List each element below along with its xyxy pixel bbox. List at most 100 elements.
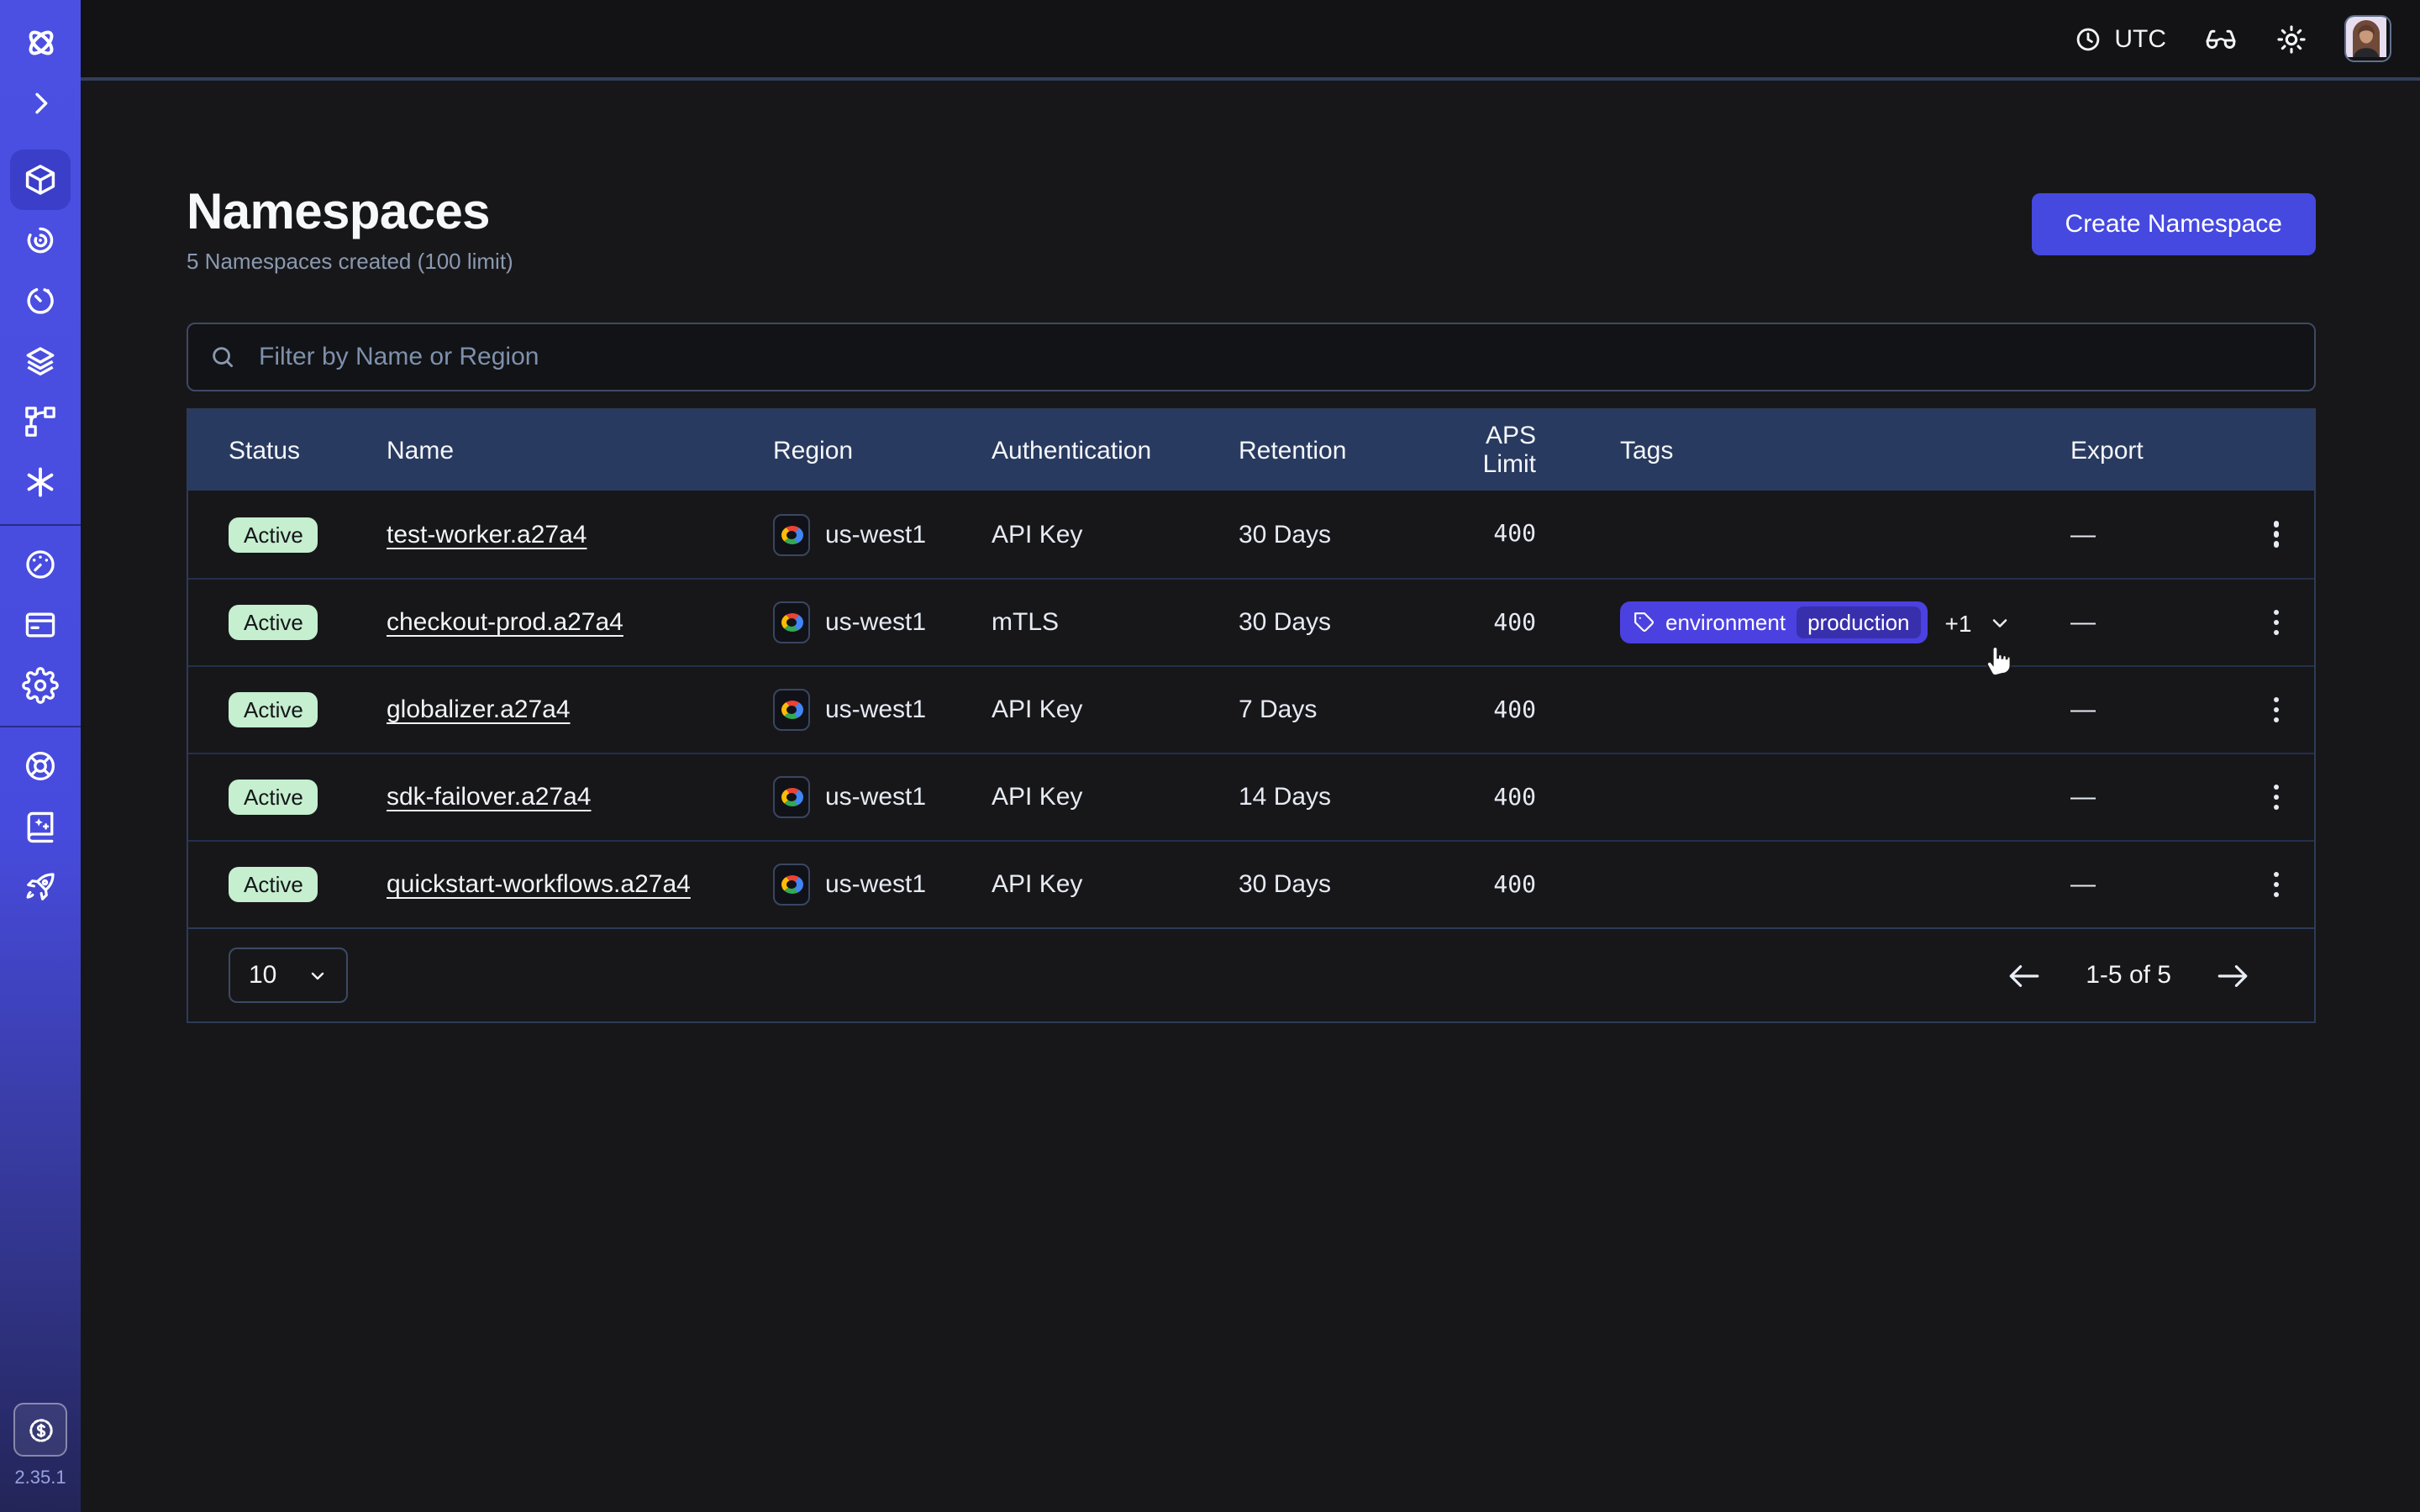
gcp-logo-icon (773, 689, 810, 731)
gear-icon (22, 667, 59, 704)
tags-expand-chevron-icon[interactable] (1988, 611, 2012, 634)
sidebar-item-docs[interactable] (0, 796, 81, 857)
arrow-right-icon (2215, 962, 2250, 989)
column-header-tags: Tags (1620, 436, 2070, 465)
namespace-count-subtitle: 5 Namespaces created (100 limit) (187, 249, 513, 274)
namespace-link[interactable]: quickstart-workflows.a27a4 (387, 870, 691, 899)
status-badge: Active (229, 605, 318, 640)
row-actions-menu-button[interactable] (2253, 599, 2300, 646)
namespace-link[interactable]: checkout-prod.a27a4 (387, 608, 623, 637)
branch-icon (22, 403, 59, 440)
status-badge: Active (229, 517, 318, 552)
region-cell: us-west1 (773, 689, 992, 731)
region-label: us-west1 (825, 870, 926, 899)
sidebar-item-settings[interactable] (0, 655, 81, 716)
column-header-name: Name (387, 436, 773, 465)
sidebar-item-namespaces[interactable] (10, 150, 71, 210)
table-header: Status Name Region Authentication Retent… (188, 410, 2314, 491)
table-body: Active test-worker.a27a4 us-west1 API Ke… (188, 491, 2314, 927)
region-cell: us-west1 (773, 513, 992, 555)
aps-limit-cell: 400 (1432, 871, 1620, 898)
timezone-selector[interactable]: UTC (2074, 24, 2166, 53)
page-size-select[interactable]: 10 (229, 948, 348, 1003)
billing-card-icon (22, 606, 59, 643)
row-actions-menu-button[interactable] (2253, 686, 2300, 733)
sidebar-item-deployments[interactable] (0, 331, 81, 391)
sidebar-item-get-started[interactable] (0, 857, 81, 917)
authentication-cell: mTLS (992, 608, 1239, 637)
name-cell: checkout-prod.a27a4 (387, 608, 773, 637)
export-cell: — (2070, 783, 2238, 811)
table-footer: 10 1-5 of 5 (188, 927, 2314, 1021)
sidebar-item-batch-operations[interactable] (0, 391, 81, 452)
column-header-status: Status (229, 436, 387, 465)
sidebar-item-support[interactable] (0, 736, 81, 796)
column-header-authentication: Authentication (992, 436, 1239, 465)
pricing-button[interactable] (13, 1403, 67, 1457)
filter-input[interactable] (187, 323, 2316, 391)
glasses-icon (2203, 21, 2238, 56)
namespace-link[interactable]: globalizer.a27a4 (387, 696, 571, 724)
row-actions-menu-button[interactable] (2253, 774, 2300, 821)
aps-limit-cell: 400 (1432, 609, 1620, 636)
create-namespace-button[interactable]: Create Namespace (2032, 193, 2316, 255)
sidebar-divider (0, 524, 81, 526)
sidebar-item-nexus[interactable] (0, 452, 81, 512)
page-title: Namespaces (187, 183, 513, 244)
status-cell: Active (229, 780, 387, 815)
gcp-logo-icon (773, 601, 810, 643)
table-row: Active quickstart-workflows.a27a4 us-wes… (188, 840, 2314, 927)
authentication-cell: API Key (992, 696, 1239, 724)
rocket-icon (22, 869, 59, 906)
aps-limit-cell: 400 (1432, 784, 1620, 811)
sidebar-item-schedules[interactable] (0, 270, 81, 331)
export-cell: — (2070, 696, 2238, 724)
retention-cell: 30 Days (1239, 870, 1432, 899)
authentication-cell: API Key (992, 783, 1239, 811)
tag-value: production (1796, 606, 1921, 638)
lifebuoy-icon (22, 748, 59, 785)
sidebar-expand-chevron-icon[interactable] (0, 72, 81, 133)
pagination-range: 1-5 of 5 (2086, 961, 2171, 990)
aps-limit-cell: 400 (1432, 521, 1620, 548)
next-page-button[interactable] (2215, 962, 2250, 989)
tag-more-count: +1 (1945, 609, 1972, 636)
main-area: Namespaces 5 Namespaces created (100 lim… (81, 84, 2420, 1512)
user-avatar[interactable] (2344, 15, 2391, 62)
tags-cell: environment production +1 (1620, 601, 2070, 643)
row-actions-menu-button[interactable] (2253, 861, 2300, 908)
layers-icon (22, 343, 59, 380)
column-header-retention: Retention (1239, 436, 1432, 465)
asterisk-icon (22, 464, 59, 501)
gcp-logo-icon (773, 864, 810, 906)
region-label: us-west1 (825, 696, 926, 724)
row-actions-menu-button[interactable] (2253, 511, 2300, 558)
theme-toggle[interactable] (2275, 23, 2307, 55)
column-header-region: Region (773, 436, 992, 465)
authentication-cell: API Key (992, 520, 1239, 549)
region-cell: us-west1 (773, 601, 992, 643)
filter-bar (187, 323, 2316, 391)
status-cell: Active (229, 692, 387, 727)
temporal-logo-icon[interactable] (0, 12, 81, 72)
tag-pill[interactable]: environment production (1620, 601, 1928, 643)
previous-page-button[interactable] (2007, 962, 2042, 989)
namespace-link[interactable]: sdk-failover.a27a4 (387, 783, 592, 811)
column-header-aps-limit: APS Limit (1432, 422, 1620, 479)
table-row: Active globalizer.a27a4 us-west1 API Key… (188, 665, 2314, 753)
table-row: Active sdk-failover.a27a4 us-west1 API K… (188, 753, 2314, 840)
region-cell: us-west1 (773, 776, 992, 818)
sidebar-item-workflows[interactable] (0, 210, 81, 270)
aps-limit-cell: 400 (1432, 696, 1620, 723)
tag-icon (1634, 612, 1655, 633)
tag-key: environment (1665, 610, 1786, 635)
status-badge: Active (229, 692, 318, 727)
sidebar-item-usage[interactable] (0, 534, 81, 595)
retention-cell: 30 Days (1239, 520, 1432, 549)
authentication-cell: API Key (992, 870, 1239, 899)
sidebar-item-billing[interactable] (0, 595, 81, 655)
table-row: Active checkout-prod.a27a4 us-west1 mTLS… (188, 578, 2314, 665)
name-cell: test-worker.a27a4 (387, 520, 773, 549)
namespace-link[interactable]: test-worker.a27a4 (387, 520, 587, 549)
labs-glasses-toggle[interactable] (2203, 21, 2238, 56)
